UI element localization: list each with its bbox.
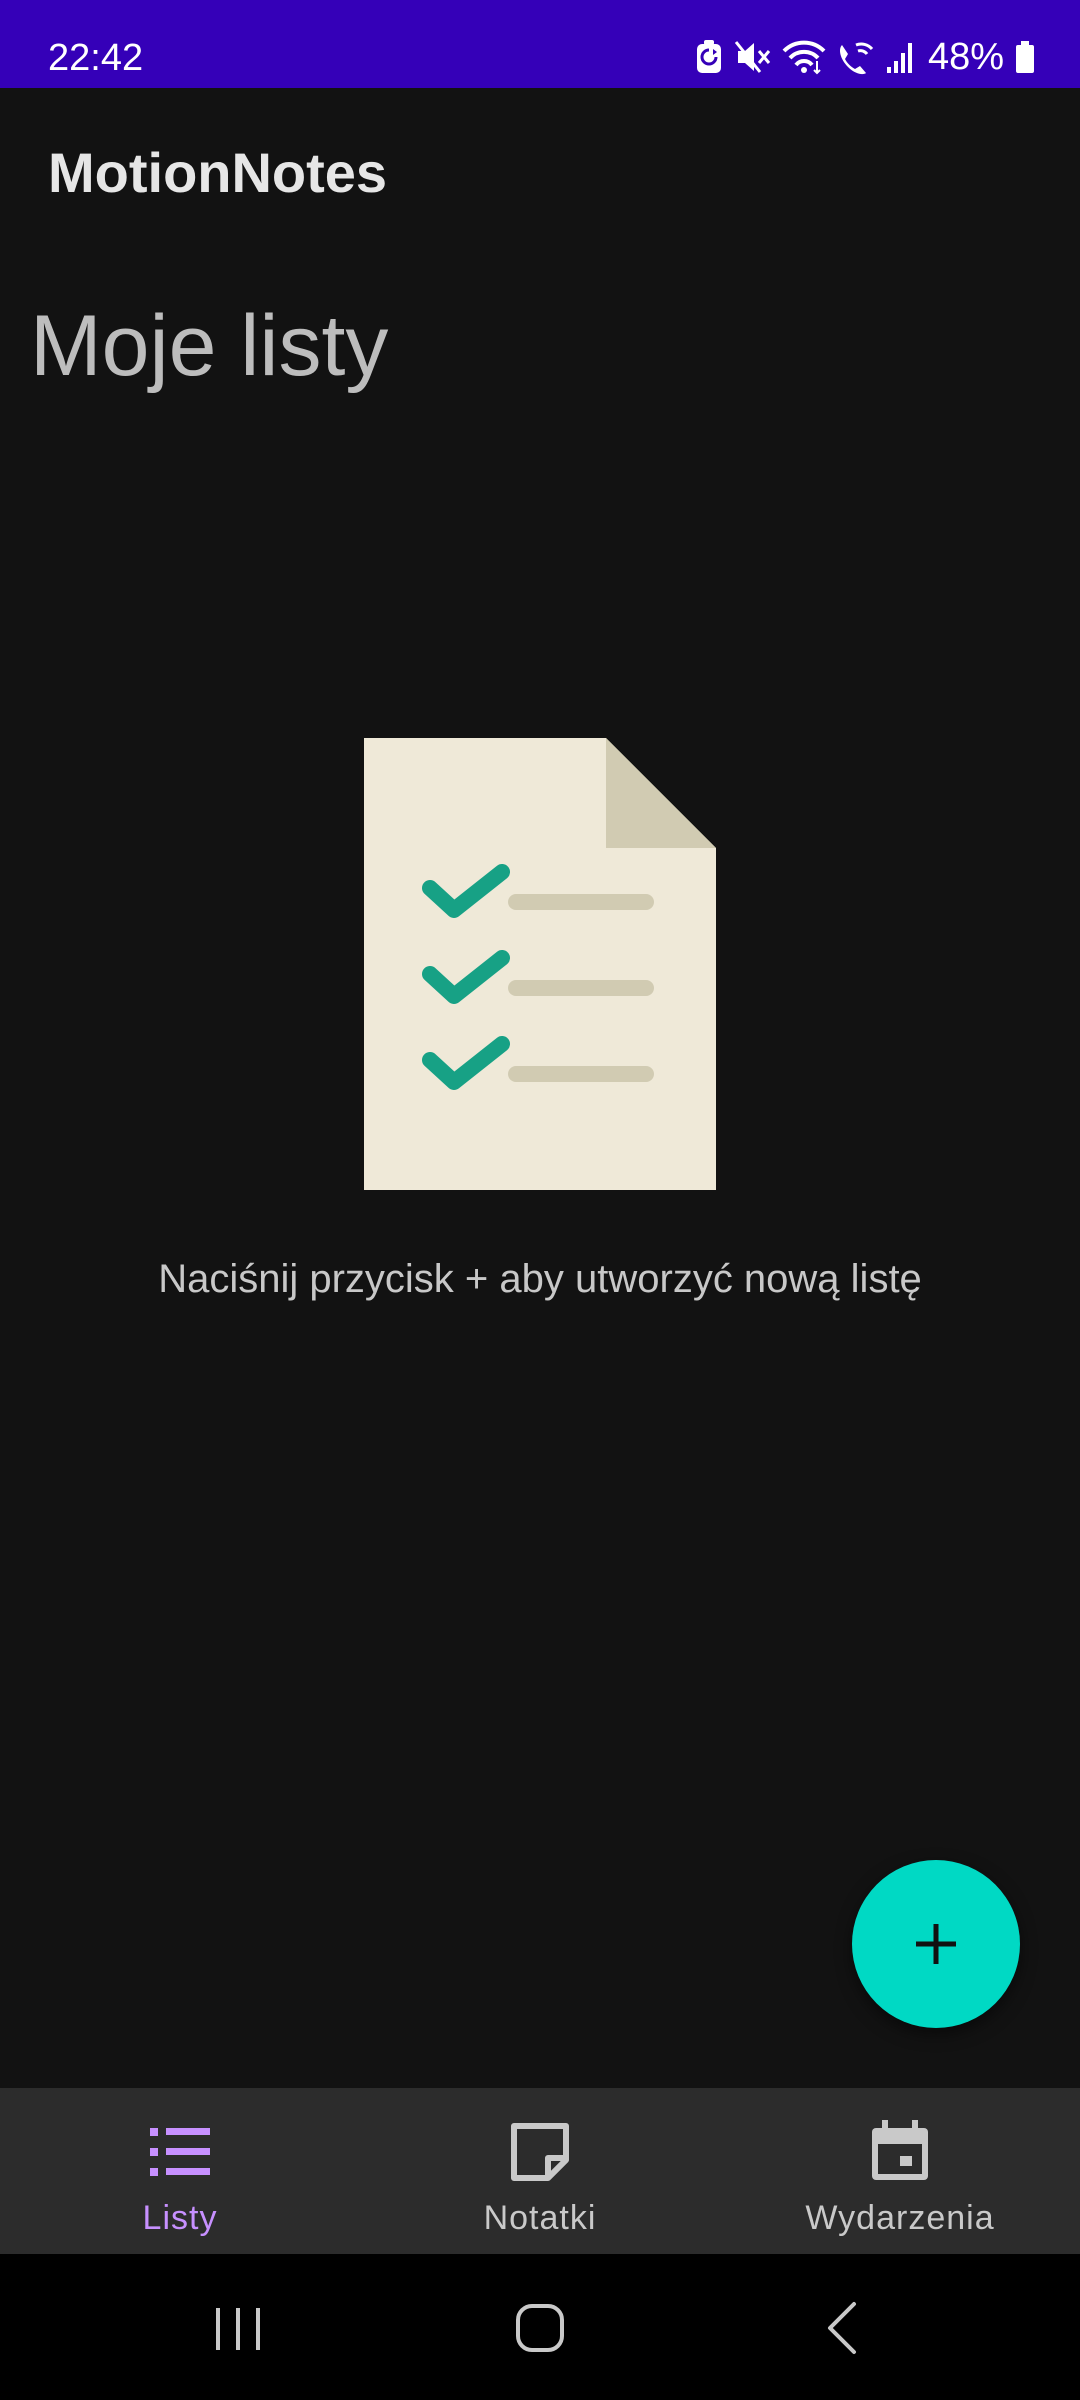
empty-state-message: Naciśnij przycisk + aby utworzyć nową li… <box>158 1257 922 1301</box>
battery-icon <box>1016 41 1034 73</box>
nav-label-wydarzenia: Wydarzenia <box>805 2199 995 2237</box>
wifi-icon <box>782 40 826 75</box>
nav-item-notatki[interactable]: Notatki <box>360 2088 720 2254</box>
status-icons: 48% <box>694 30 1036 84</box>
recents-icon[interactable] <box>190 2280 286 2376</box>
plus-icon <box>916 1924 956 1964</box>
add-list-button[interactable] <box>852 1860 1020 2028</box>
battery-percent: 48% <box>927 36 1004 78</box>
app-title: MotionNotes <box>48 141 388 204</box>
status-bar: 22:42 48% <box>0 0 1080 88</box>
app-bar: MotionNotes <box>0 88 1080 260</box>
page-title: Moje listy <box>30 298 389 394</box>
checklist-document-icon <box>364 738 716 1190</box>
nav-item-listy[interactable]: Listy <box>0 2088 360 2254</box>
battery-saver-icon <box>696 40 721 73</box>
calendar-icon <box>872 2120 928 2180</box>
wifi-calling-icon <box>839 42 874 75</box>
home-icon[interactable] <box>492 2280 588 2376</box>
nav-item-wydarzenia[interactable]: Wydarzenia <box>720 2088 1080 2254</box>
system-navigation-bar <box>0 2254 1080 2400</box>
nav-label-listy: Listy <box>142 2199 218 2237</box>
back-icon[interactable] <box>796 2280 892 2376</box>
status-time: 22:42 <box>48 37 144 79</box>
bottom-navigation: Listy Notatki Wydarzenia <box>0 2088 1080 2254</box>
note-icon <box>511 2123 569 2181</box>
mute-icon <box>734 41 771 73</box>
signal-icon <box>886 43 912 73</box>
nav-label-notatki: Notatki <box>483 2199 597 2237</box>
list-icon <box>150 2128 210 2176</box>
